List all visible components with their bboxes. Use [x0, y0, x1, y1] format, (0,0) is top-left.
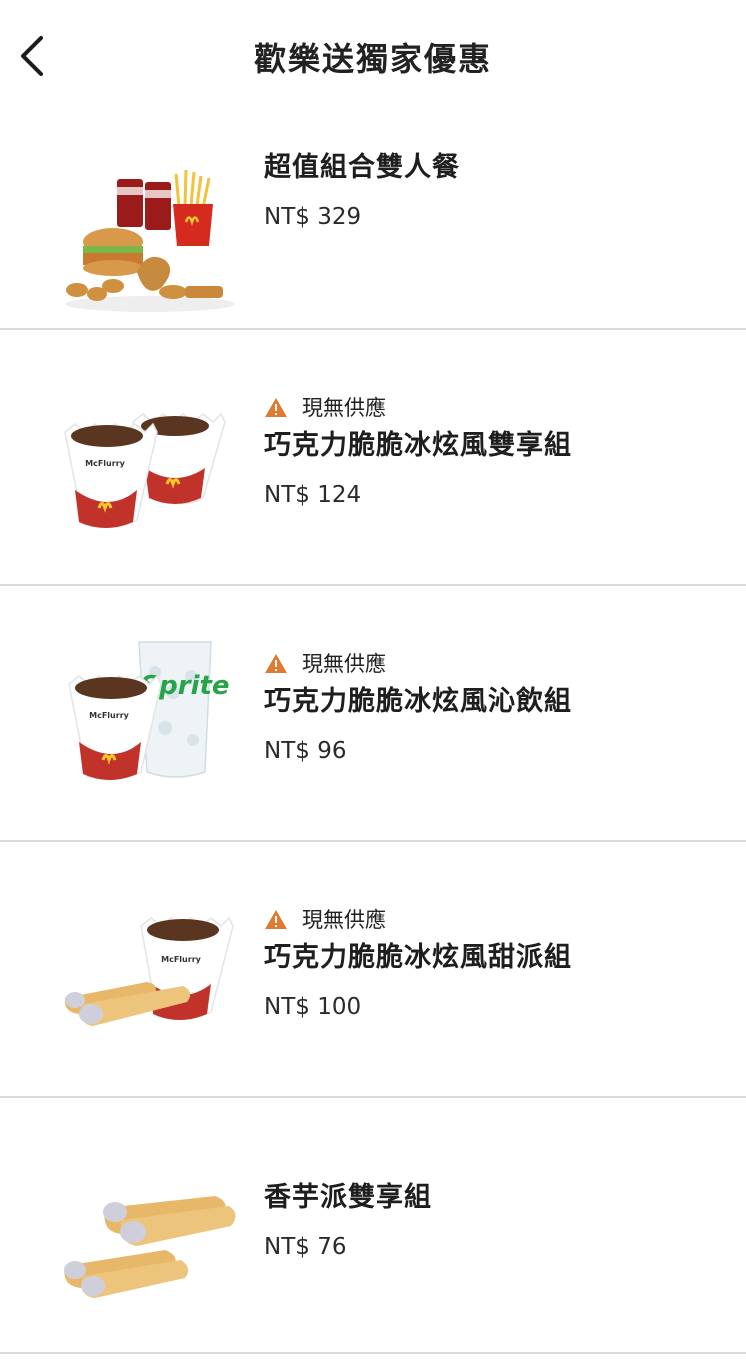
item-price: NT$ 100 [264, 994, 362, 1020]
item-info: 超值組合雙人餐 NT$ 329 [264, 148, 460, 234]
unavailable-notice: 現無供應 [264, 392, 572, 422]
header: 歡樂送獨家優惠 [0, 0, 746, 112]
item-price: NT$ 329 [264, 204, 362, 230]
item-info: 現無供應 巧克力脆脆冰炫風甜派組 NT$ 100 [264, 904, 572, 1024]
item-price: NT$ 76 [264, 1234, 347, 1260]
item-name: 巧克力脆脆冰炫風沁飲組 [264, 686, 572, 717]
list-item[interactable]: 超值組合雙人餐 NT$ 329 [0, 112, 746, 330]
mcflurry-sprite-image: Sprite McFlurry [68, 641, 230, 780]
mcflurry-pie-image: McFlurry [64, 916, 234, 1026]
list-item[interactable]: 香芋派雙享組 NT$ 76 [0, 1098, 746, 1354]
svg-text:McFlurry: McFlurry [161, 955, 201, 964]
svg-text:McFlurry: McFlurry [89, 711, 129, 720]
item-info: 現無供應 巧克力脆脆冰炫風沁飲組 NT$ 96 [264, 648, 572, 768]
notice-text: 現無供應 [302, 908, 386, 932]
list-item[interactable]: McFlurry 現無供應 巧克力脆脆冰炫風甜派組 NT$ 100 [0, 842, 746, 1098]
item-name: 香芋派雙享組 [264, 1182, 432, 1213]
notice-text: 現無供應 [302, 396, 386, 420]
list-item[interactable]: Sprite McFlurry 現無供應 巧克力脆脆冰炫風沁飲組 NT$ 96 [0, 586, 746, 842]
page-title: 歡樂送獨家優惠 [253, 40, 492, 78]
notice-text: 現無供應 [302, 652, 386, 676]
item-info: 現無供應 巧克力脆脆冰炫風雙享組 NT$ 124 [264, 392, 572, 512]
offer-list: 超值組合雙人餐 NT$ 329 McFlurry 現無供應 巧克力脆脆冰炫風雙享… [0, 112, 746, 1354]
warning-icon [265, 654, 287, 673]
mcflurry-label: McFlurry [85, 459, 125, 468]
warning-icon [265, 398, 287, 417]
warning-icon [265, 910, 287, 929]
item-name: 巧克力脆脆冰炫風雙享組 [264, 430, 572, 461]
list-item[interactable]: McFlurry 現無供應 巧克力脆脆冰炫風雙享組 NT$ 124 [0, 330, 746, 586]
combo-meal-image [65, 169, 235, 312]
item-name: 超值組合雙人餐 [264, 152, 460, 183]
item-price: NT$ 124 [264, 482, 362, 508]
unavailable-notice: 現無供應 [264, 904, 572, 934]
item-info: 香芋派雙享組 NT$ 76 [264, 1178, 432, 1264]
unavailable-notice: 現無供應 [264, 648, 572, 678]
taro-pie-image [64, 1196, 236, 1298]
item-name: 巧克力脆脆冰炫風甜派組 [264, 942, 572, 973]
mcflurry-double-image: McFlurry [64, 412, 226, 528]
item-price: NT$ 96 [264, 738, 347, 764]
